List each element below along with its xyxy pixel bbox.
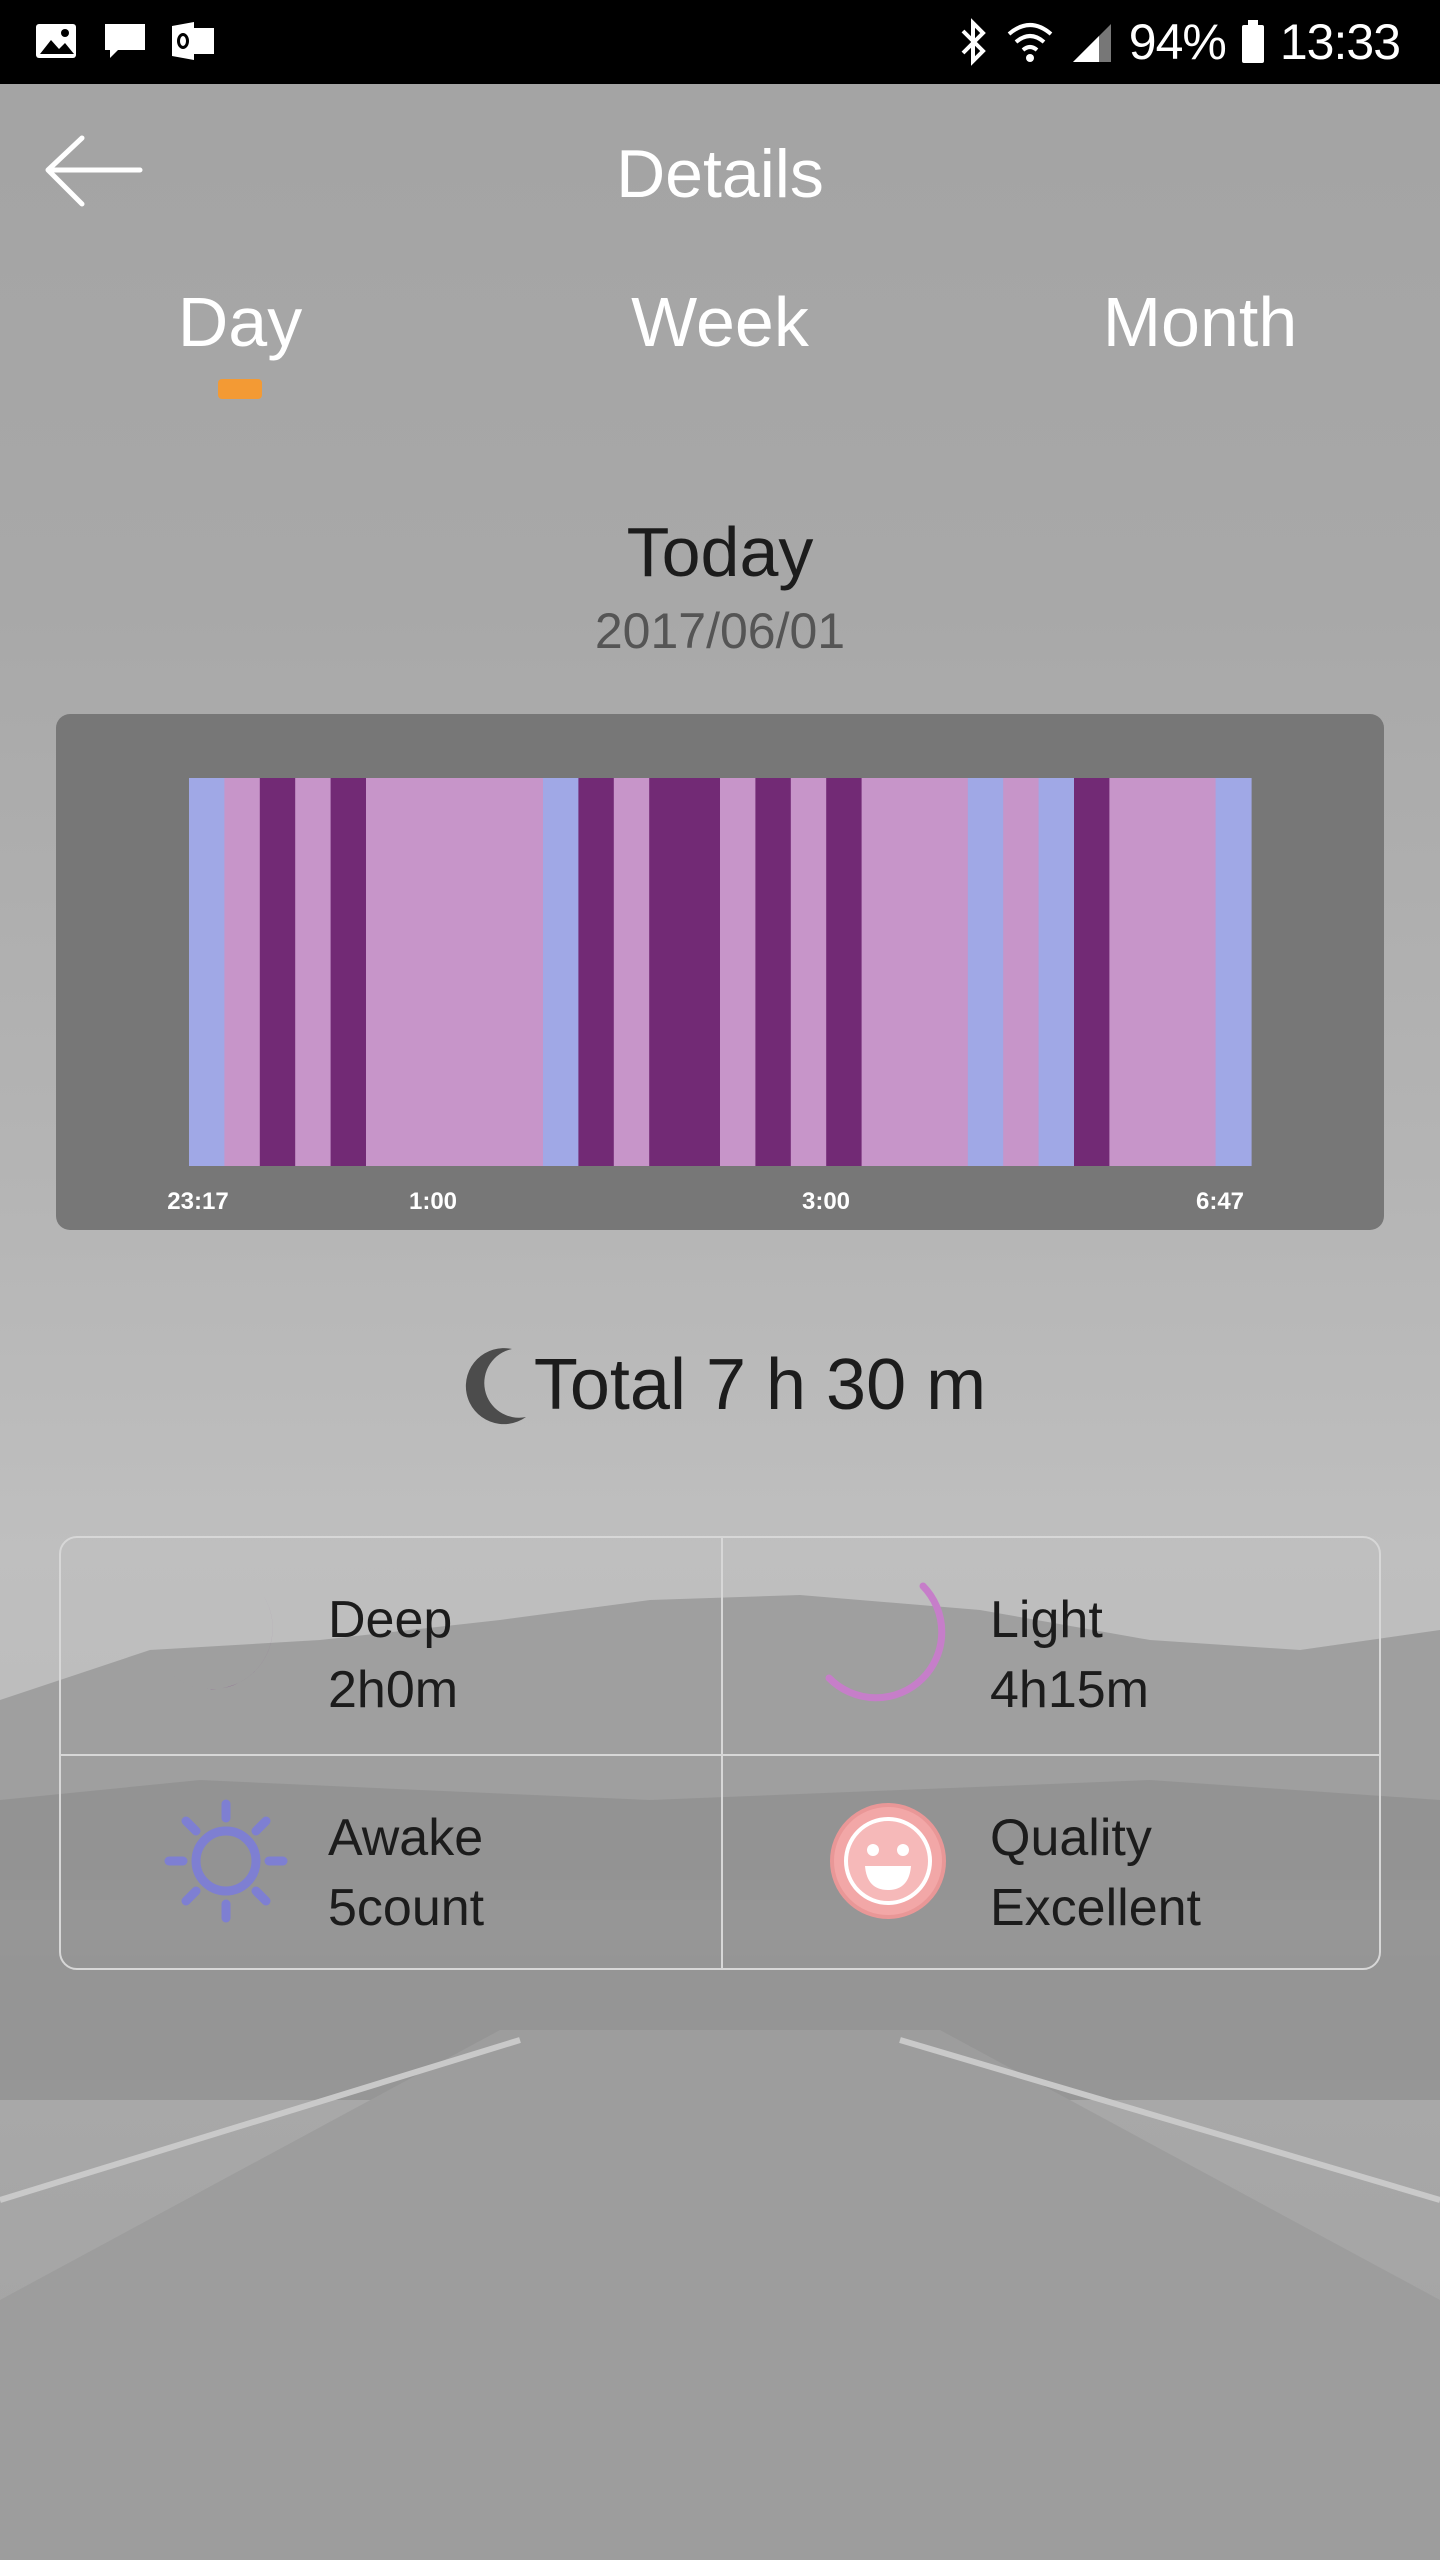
- smiley-icon: [830, 1803, 946, 1919]
- tab-month[interactable]: Month: [1050, 282, 1350, 362]
- signal-icon: [1072, 24, 1111, 62]
- sleep-segment-awake: [543, 778, 579, 1166]
- sleep-segment-deep: [826, 778, 863, 1166]
- clock: 13:33: [1279, 14, 1401, 70]
- stat-value: 4h15m: [990, 1661, 1149, 1719]
- sun-icon: [164, 1799, 288, 1923]
- day-heading: Today: [626, 513, 814, 591]
- stat-awake: Awake 5count: [61, 1756, 721, 1972]
- sleep-segment-deep: [259, 778, 296, 1166]
- sleep-segment-light: [1003, 778, 1040, 1166]
- sleep-segment-awake: [189, 778, 225, 1166]
- sleep-segment-deep: [1074, 778, 1110, 1166]
- crescent-moon-icon: [167, 1586, 273, 1690]
- sleep-segment-awake: [1215, 778, 1252, 1166]
- sleep-segment-light: [366, 778, 544, 1166]
- page-title: Details: [616, 136, 824, 212]
- status-bar: 94% 13:33: [0, 0, 1440, 84]
- stat-label: Awake: [328, 1809, 484, 1867]
- outlook-notification-icon: [172, 22, 214, 60]
- wifi-icon: [1007, 23, 1053, 62]
- stat-value: 2h0m: [328, 1661, 459, 1719]
- gallery-notification-icon: [36, 24, 76, 58]
- sleep-segment-light: [295, 778, 332, 1166]
- sleep-segment-light: [224, 778, 261, 1166]
- active-tab-indicator: [218, 379, 262, 399]
- total-sleep: Total 7 h 30 m: [0, 1340, 1440, 1430]
- sleep-segment-deep: [578, 778, 615, 1166]
- message-notification-icon: [105, 24, 145, 58]
- stat-light: Light 4h15m: [723, 1538, 1383, 1754]
- outline-moon-icon: [825, 1582, 946, 1702]
- sleep-segment-awake: [1038, 778, 1075, 1166]
- sleep-segment-light: [720, 778, 756, 1166]
- background-image: [0, 0, 1440, 2560]
- stat-label: Deep: [328, 1591, 453, 1649]
- sleep-segment-awake: [967, 778, 1004, 1166]
- date-label: 2017/06/01: [594, 603, 846, 659]
- tab-week[interactable]: Week: [570, 282, 870, 362]
- sleep-segment-light: [861, 778, 969, 1166]
- sleep-segment-light: [613, 778, 650, 1166]
- bluetooth-icon: [961, 18, 986, 66]
- sleep-stats-grid: Deep 2h0m Light 4h15m Awake 5count Quali…: [59, 1536, 1381, 1970]
- x-tick-label: 6:47: [1195, 1188, 1245, 1215]
- stat-label: Light: [990, 1591, 1103, 1649]
- moon-icon: [465, 1348, 526, 1425]
- sleep-segment-light: [790, 778, 827, 1166]
- sleep-segment-deep: [649, 778, 721, 1166]
- stat-value: Excellent: [990, 1879, 1201, 1937]
- stat-value: 5count: [328, 1879, 485, 1937]
- x-tick-label: 3:00: [801, 1188, 851, 1215]
- sleep-segment-deep: [755, 778, 792, 1166]
- battery-icon: [1241, 20, 1264, 63]
- x-tick-label: 23:17: [167, 1188, 229, 1215]
- battery-percent: 94%: [1128, 14, 1227, 70]
- stat-label: Quality: [990, 1809, 1152, 1867]
- tab-day[interactable]: Day: [90, 282, 390, 362]
- sleep-segment-deep: [330, 778, 367, 1166]
- stat-quality: Quality Excellent: [723, 1756, 1383, 1972]
- sleep-chart-plot: [189, 778, 1252, 1166]
- stat-deep: Deep 2h0m: [61, 1538, 721, 1754]
- sleep-segment-light: [1109, 778, 1217, 1166]
- sleep-chart: 23:17 1:00 3:00 6:47: [56, 714, 1384, 1230]
- x-tick-label: 1:00: [408, 1188, 458, 1215]
- total-sleep-text: Total 7 h 30 m: [533, 1345, 987, 1425]
